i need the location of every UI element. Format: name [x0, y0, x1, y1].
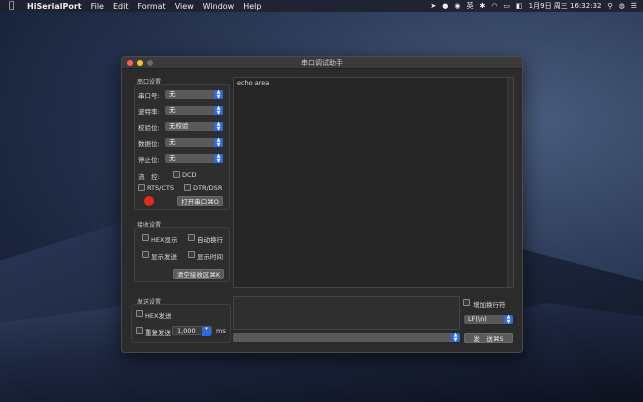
dtrdsr-label: DTR/DSR — [193, 184, 223, 192]
add-newline-label: 增加换行符 — [473, 301, 506, 309]
send-history-select[interactable]: ▲ ▼ — [233, 333, 460, 342]
clock[interactable]: 1月9日 周三 16:32:32 — [529, 1, 602, 11]
close-icon[interactable] — [127, 60, 133, 66]
zoom-icon[interactable] — [147, 60, 153, 66]
newline-value: LF(\n) — [468, 315, 487, 323]
stopbits-select[interactable]: 无 ▲ ▼ — [165, 154, 223, 163]
parity-value: 无校验 — [169, 122, 189, 130]
location-icon[interactable]: ➤ — [430, 2, 436, 10]
chevron-updown-icon: ▲ ▼ — [214, 138, 223, 147]
dtrdsr-checkbox[interactable] — [184, 184, 191, 191]
chevron-down-icon[interactable]: ▾ — [202, 327, 211, 336]
menu-format[interactable]: Format — [137, 2, 165, 11]
echo-area-label: echo area — [237, 79, 270, 87]
rtscts-label: RTS/CTS — [147, 184, 174, 192]
show-time-checkbox[interactable] — [188, 251, 195, 258]
send-input[interactable] — [233, 296, 460, 330]
chevron-updown-icon: ▲ ▼ — [214, 106, 223, 115]
wifi-icon[interactable]: ◠ — [491, 2, 497, 10]
repeat-interval-input[interactable]: 1,000 ▾ — [172, 326, 212, 336]
hex-send-label: HEX发送 — [145, 312, 172, 320]
input-method[interactable]: 英 — [466, 1, 473, 11]
chevron-updown-icon: ▲ ▼ — [214, 154, 223, 163]
baud-label: 波特率: — [138, 108, 160, 116]
flow-label: 流 控: — [138, 173, 160, 181]
add-newline-checkbox[interactable] — [463, 299, 470, 306]
bluetooth-icon[interactable]: ✱ — [479, 2, 485, 10]
port-value: 无 — [169, 90, 176, 98]
menu-help[interactable]: Help — [243, 2, 261, 11]
parity-select[interactable]: 无校验 ▲ ▼ — [165, 122, 223, 131]
window-title: 串口调试助手 — [301, 59, 343, 67]
hex-display-checkbox[interactable] — [142, 234, 149, 241]
stopbits-label: 停止位: — [138, 156, 160, 164]
parity-label: 校验位: — [138, 124, 160, 132]
newline-select[interactable]: LF(\n) ▲ ▼ — [464, 315, 513, 324]
main-window: 串口调试助手 串口设置 串口号: 无 ▲ ▼ 波特率: 无 ▲ ▼ 校验位: 无校验 ▲ ▼… — [121, 56, 523, 353]
sound-icon[interactable]: ◧ — [516, 2, 523, 10]
auto-newline-label: 自动换行 — [197, 236, 223, 244]
menu-window[interactable]: Window — [203, 2, 235, 11]
minimize-icon[interactable] — [137, 60, 143, 66]
show-send-label: 显示发送 — [151, 253, 177, 261]
stopbits-value: 无 — [169, 154, 176, 162]
databits-select[interactable]: 无 ▲ ▼ — [165, 138, 223, 147]
baud-select[interactable]: 无 ▲ ▼ — [165, 106, 223, 115]
window-titlebar: 串口调试助手 — [122, 57, 522, 69]
menu-view[interactable]: View — [175, 2, 194, 11]
send-button[interactable]: 发 送⌘S — [464, 333, 513, 343]
hex-display-label: HEX显示 — [151, 236, 178, 244]
show-send-checkbox[interactable] — [142, 251, 149, 258]
interval-unit: ms — [216, 327, 226, 335]
dcd-checkbox[interactable] — [173, 171, 180, 178]
menu-bar:  HiSerialPort File Edit Format View Win… — [0, 0, 643, 12]
siri-icon[interactable]: ◍ — [619, 2, 625, 10]
hex-send-checkbox[interactable] — [136, 310, 143, 317]
repeat-send-checkbox[interactable] — [136, 327, 143, 334]
chevron-updown-icon: ▲ ▼ — [504, 315, 513, 324]
baud-value: 无 — [169, 106, 176, 114]
port-label: 串口号: — [138, 92, 160, 100]
notification-icon[interactable]: ● — [442, 2, 448, 10]
menu-file[interactable]: File — [91, 2, 104, 11]
search-icon[interactable]: ⚲ — [607, 2, 612, 10]
chevron-updown-icon: ▲ ▼ — [214, 122, 223, 131]
port-select[interactable]: 无 ▲ ▼ — [165, 90, 223, 99]
repeat-interval-value: 1,000 — [177, 327, 196, 335]
notification-center-icon[interactable]: ☰ — [631, 2, 637, 10]
menu-app[interactable]: HiSerialPort — [27, 2, 82, 11]
echo-scrollbar[interactable] — [507, 78, 513, 287]
show-time-label: 显示时间 — [197, 253, 223, 261]
wechat-icon[interactable]: ◉ — [454, 2, 460, 10]
repeat-send-label: 重复发送 — [145, 329, 171, 337]
apple-icon[interactable]:  — [9, 1, 21, 11]
databits-label: 数据位: — [138, 140, 160, 148]
dcd-label: DCD — [182, 171, 197, 179]
chevron-updown-icon: ▲ ▼ — [451, 333, 460, 342]
port-status-indicator — [144, 196, 154, 206]
battery-icon[interactable]: ▭ — [503, 2, 510, 10]
clear-receive-button[interactable]: 清空接收区⌘K — [173, 269, 224, 279]
echo-area[interactable]: echo area — [233, 77, 514, 288]
chevron-updown-icon: ▲ ▼ — [214, 90, 223, 99]
auto-newline-checkbox[interactable] — [188, 234, 195, 241]
rtscts-checkbox[interactable] — [138, 184, 145, 191]
menu-edit[interactable]: Edit — [113, 2, 129, 11]
databits-value: 无 — [169, 138, 176, 146]
open-port-button[interactable]: 打开串口⌘O — [177, 196, 223, 206]
